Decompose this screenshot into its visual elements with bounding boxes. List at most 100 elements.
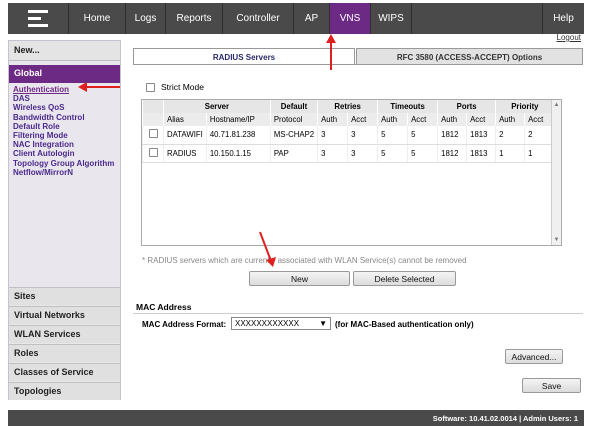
header-default: Default [269, 100, 318, 113]
cell-priority-acct: 2 [524, 126, 554, 145]
delete-selected-button[interactable]: Delete Selected [353, 271, 456, 286]
cell-timeouts-acct: 5 [407, 126, 438, 145]
sidebar-link-nac-integration[interactable]: NAC Integration [13, 140, 116, 149]
subheader-hostname[interactable]: Hostname/IP [205, 113, 271, 126]
scroll-down-icon[interactable]: ▼ [553, 237, 560, 243]
row-select-cell [142, 126, 164, 145]
sidebar-link-authentication[interactable]: Authentication [13, 85, 116, 94]
sidebar-new[interactable]: New... [9, 41, 120, 61]
tab-radius-servers[interactable]: RADIUS Servers [133, 48, 355, 65]
mac-format-select[interactable]: XXXXXXXXXXXX ▼ [231, 317, 331, 330]
sidebar-link-bandwidth-control[interactable]: Bandwidth Control [13, 113, 116, 122]
cell-timeouts-acct: 5 [407, 144, 438, 163]
sidebar-link-filtering-mode[interactable]: Filtering Mode [13, 131, 116, 140]
cell-retries-acct: 3 [347, 144, 378, 163]
header-timeouts: Timeouts [377, 100, 438, 113]
mac-format-value: XXXXXXXXXXXX [235, 319, 300, 328]
advanced-button[interactable]: Advanced... [505, 349, 563, 364]
header-priority: Priority [495, 100, 554, 113]
subheader-alias[interactable]: Alias [163, 113, 207, 126]
subheader-ports-auth[interactable]: Auth [437, 113, 467, 126]
cell-ports-acct: 1813 [466, 144, 496, 163]
select-column-subheader [142, 113, 164, 126]
mac-format-hint: (for MAC-Based authentication only) [335, 320, 474, 329]
row-select-cell [142, 144, 164, 163]
table-row[interactable]: DATAWIFI 40.71.81.238 MS-CHAP2 3 3 5 5 1… [142, 126, 554, 145]
row-checkbox[interactable] [148, 147, 158, 157]
row-checkbox[interactable] [148, 129, 158, 139]
sidebar-section-classes-of-service[interactable]: Classes of Service [9, 363, 120, 381]
mac-address-section-title: MAC Address [133, 302, 583, 314]
sidebar-links: Authentication DAS Wireless QoS Bandwidt… [9, 83, 120, 179]
tab-rfc3580-options[interactable]: RFC 3580 (ACCESS-ACCEPT) Options [356, 48, 583, 65]
subheader-timeouts-acct[interactable]: Acct [407, 113, 438, 126]
sidebar-section-roles[interactable]: Roles [9, 344, 120, 362]
nav-ap[interactable]: AP [294, 3, 330, 34]
cell-priority-acct: 1 [524, 144, 554, 163]
nav-controller[interactable]: Controller [223, 3, 294, 34]
sidebar-link-client-autologin[interactable]: Client Autologin [13, 149, 116, 158]
cell-priority-auth: 2 [495, 126, 525, 145]
sidebar-link-default-role[interactable]: Default Role [13, 122, 116, 131]
cell-hostname: 40.71.81.238 [205, 126, 271, 145]
nav-reports[interactable]: Reports [166, 3, 223, 34]
cell-timeouts-auth: 5 [377, 144, 408, 163]
table-row[interactable]: RADIUS 10.150.1.15 PAP 3 3 5 5 1812 1813… [142, 144, 554, 163]
radius-server-table: Server Default Retries Timeouts Ports Pr… [141, 99, 562, 246]
subheader-protocol[interactable]: Protocol [269, 113, 318, 126]
chevron-down-icon: ▼ [319, 319, 327, 328]
sidebar-section-topologies[interactable]: Topologies [9, 382, 120, 400]
cell-hostname: 10.150.1.15 [205, 144, 271, 163]
subheader-priority-auth[interactable]: Auth [495, 113, 525, 126]
footer-status-text: Software: 10.41.02.0014 | Admin Users: 1 [432, 413, 578, 423]
subheader-retries-auth[interactable]: Auth [317, 113, 348, 126]
sidebar-global[interactable]: Global [9, 65, 120, 83]
cell-retries-auth: 3 [317, 126, 348, 145]
top-navigation-bar: Home Logs Reports Controller AP VNS WIPS… [8, 3, 584, 34]
subheader-timeouts-auth[interactable]: Auth [377, 113, 408, 126]
nav-home[interactable]: Home [69, 3, 126, 34]
nav-logs[interactable]: Logs [126, 3, 166, 34]
cell-retries-auth: 3 [317, 144, 348, 163]
logo[interactable] [8, 3, 69, 34]
new-button[interactable]: New [249, 271, 350, 286]
cell-protocol: MS-CHAP2 [269, 126, 318, 145]
sidebar-section-wlan-services[interactable]: WLAN Services [9, 325, 120, 343]
header-server: Server [163, 100, 271, 113]
cell-ports-auth: 1812 [437, 126, 467, 145]
sidebar-link-netflow-mirrorn[interactable]: Netflow/MirrorN [13, 168, 116, 177]
cell-timeouts-auth: 5 [377, 126, 408, 145]
radius-grid: Server Default Retries Timeouts Ports Pr… [142, 100, 554, 163]
sidebar: New... Global Authentication DAS Wireles… [8, 40, 121, 400]
sidebar-link-wireless-qos[interactable]: Wireless QoS [13, 103, 116, 112]
cell-alias: RADIUS [163, 144, 207, 163]
strict-mode-row: Strict Mode [146, 82, 204, 92]
subheader-ports-acct[interactable]: Acct [466, 113, 496, 126]
cell-protocol: PAP [269, 144, 318, 163]
subheader-retries-acct[interactable]: Acct [347, 113, 378, 126]
sidebar-link-topology-group-algorithm[interactable]: Topology Group Algorithm [13, 159, 116, 168]
cell-alias: DATAWIFI [163, 126, 207, 145]
nav-wips[interactable]: WIPS [371, 3, 412, 34]
subheader-priority-acct[interactable]: Acct [524, 113, 554, 126]
table-scrollbar[interactable]: ▲ ▼ [551, 100, 561, 245]
sidebar-section-virtual-networks[interactable]: Virtual Networks [9, 306, 120, 324]
strict-mode-label: Strict Mode [161, 82, 204, 92]
scroll-up-icon[interactable]: ▲ [553, 102, 560, 108]
nav-help[interactable]: Help [542, 3, 584, 34]
cell-retries-acct: 3 [347, 126, 378, 145]
save-button[interactable]: Save [522, 378, 581, 393]
cell-ports-acct: 1813 [466, 126, 496, 145]
logout-link[interactable]: Logout [557, 33, 581, 42]
header-ports: Ports [437, 100, 496, 113]
sidebar-link-das[interactable]: DAS [13, 94, 116, 103]
nav-vns[interactable]: VNS [330, 3, 371, 34]
sidebar-section-sites[interactable]: Sites [9, 287, 120, 305]
strict-mode-checkbox[interactable] [146, 82, 155, 92]
mac-format-label: MAC Address Format: [142, 320, 227, 329]
extreme-logo-icon [28, 9, 48, 28]
select-column-header [142, 100, 164, 113]
cell-ports-auth: 1812 [437, 144, 467, 163]
radius-removal-note: * RADIUS servers which are currently ass… [142, 256, 467, 265]
